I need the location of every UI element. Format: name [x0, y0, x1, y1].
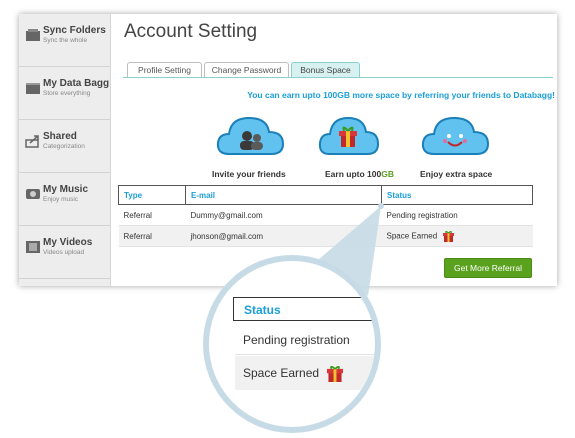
zoom-status-header: Status: [233, 297, 375, 321]
zoom-status-earned: Space Earned: [243, 366, 320, 380]
zoom-status-earned-row: Space Earned: [235, 356, 375, 390]
zoom-magnifier: Status Pending registration Space Earned: [203, 255, 381, 433]
gift-icon: [327, 365, 344, 382]
zoom-status-pending: Pending registration: [235, 325, 375, 355]
